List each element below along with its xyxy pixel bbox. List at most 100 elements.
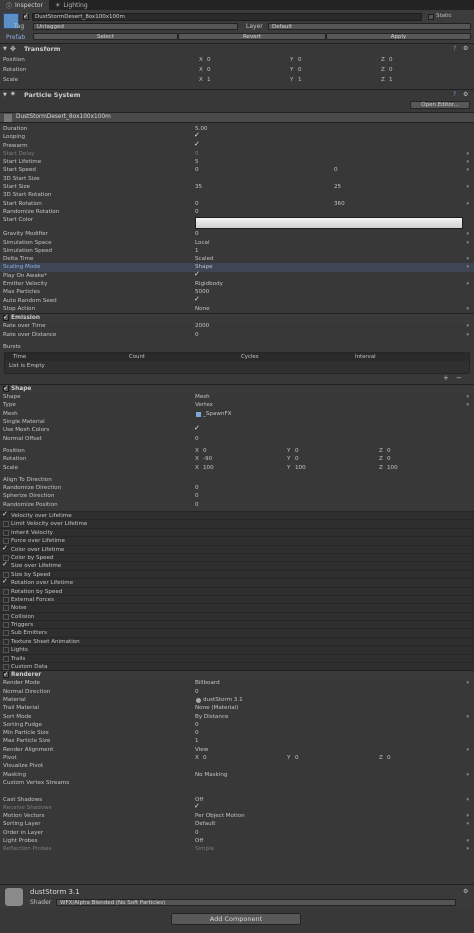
dropdown-arrow-icon[interactable]: ▾ xyxy=(466,239,469,247)
settings-gear-icon[interactable]: ⚙ xyxy=(463,91,468,98)
property-value[interactable]: Rigidbody xyxy=(195,280,223,288)
property-checkbox[interactable] xyxy=(194,270,201,279)
module-checkbox[interactable] xyxy=(3,521,9,528)
property-value[interactable]: 1 xyxy=(195,737,199,745)
property-value[interactable]: Per Object Motion xyxy=(195,812,245,820)
system-name-bar[interactable]: DustStormDesert_8ox100x100m xyxy=(0,112,474,123)
axis-z-field[interactable]: 1 xyxy=(389,75,393,85)
add-component-button[interactable]: Add Component xyxy=(171,913,301,925)
foldout-arrow-icon[interactable]: ▼ xyxy=(3,92,7,98)
module-checkbox[interactable] xyxy=(3,588,9,595)
axis-x-field[interactable]: 0 xyxy=(207,65,211,75)
module-checkbox[interactable] xyxy=(3,647,9,654)
property-value-max[interactable]: 0 xyxy=(334,166,338,174)
start-color-gradient[interactable] xyxy=(195,217,463,230)
remove-burst-button[interactable]: − xyxy=(456,374,462,382)
shape-module-header[interactable]: Shape xyxy=(0,384,474,394)
axis-x-field[interactable]: -90 xyxy=(203,455,212,463)
help-icon[interactable]: ? xyxy=(453,91,456,98)
dropdown-arrow-icon[interactable]: ▾ xyxy=(466,166,469,174)
static-checkbox[interactable] xyxy=(428,14,434,20)
dropdown-arrow-icon[interactable]: ▾ xyxy=(466,200,469,208)
property-value[interactable]: No Masking xyxy=(195,771,227,779)
renderer-module-header[interactable]: Renderer xyxy=(0,670,474,680)
dropdown-arrow-icon[interactable]: ▾ xyxy=(466,812,469,820)
property-value[interactable]: 0 xyxy=(195,435,199,443)
add-burst-button[interactable]: + xyxy=(443,374,449,382)
property-value[interactable]: 2000 xyxy=(195,322,209,330)
property-value[interactable]: Off xyxy=(195,837,203,845)
property-value[interactable]: 0 xyxy=(195,501,199,509)
settings-gear-icon[interactable]: ⚙ xyxy=(463,45,468,52)
module-collision[interactable]: Collision xyxy=(0,611,474,621)
dropdown-arrow-icon[interactable]: ▾ xyxy=(466,820,469,828)
axis-x-field[interactable]: 100 xyxy=(203,464,214,472)
property-checkbox[interactable] xyxy=(194,802,201,811)
emission-module-header[interactable]: Emission xyxy=(0,313,474,323)
module-color-over-lifetime[interactable]: Color over Lifetime xyxy=(0,544,474,553)
property-value[interactable]: 0 xyxy=(195,331,199,339)
property-value[interactable]: Billboard xyxy=(195,679,220,687)
tab-lighting[interactable]: ☀ Lighting xyxy=(49,0,94,10)
open-editor-button[interactable]: Open Editor... xyxy=(410,101,470,109)
property-value[interactable]: 1 xyxy=(195,247,199,255)
property-value[interactable]: Simple xyxy=(195,845,214,853)
module-checkbox[interactable] xyxy=(3,664,9,671)
axis-y-field[interactable]: 0 xyxy=(298,55,302,65)
property-value[interactable]: Vertex xyxy=(195,401,213,409)
module-rotation-by-speed[interactable]: Rotation by Speed xyxy=(0,586,474,595)
module-checkbox[interactable] xyxy=(2,560,9,569)
dropdown-arrow-icon[interactable]: ▾ xyxy=(466,401,469,409)
axis-z-field[interactable]: 0 xyxy=(389,55,393,65)
property-value[interactable]: 0 xyxy=(195,492,199,500)
dropdown-arrow-icon[interactable]: ▾ xyxy=(466,255,469,263)
property-value[interactable]: Mesh xyxy=(195,393,210,401)
property-value[interactable]: None xyxy=(195,305,210,313)
axis-x-field[interactable]: 1 xyxy=(207,75,211,85)
module-checkbox[interactable] xyxy=(2,510,9,519)
module-size-over-lifetime[interactable]: Size over Lifetime xyxy=(0,560,474,570)
module-noise[interactable]: Noise xyxy=(0,603,474,612)
module-force-over-lifetime[interactable]: Force over Lifetime xyxy=(0,536,474,545)
axis-x-field[interactable]: 0 xyxy=(207,55,211,65)
dropdown-arrow-icon[interactable]: ▾ xyxy=(466,331,469,339)
dropdown-arrow-icon[interactable]: ▾ xyxy=(466,158,469,166)
property-value[interactable]: Scaled xyxy=(195,255,214,263)
property-value[interactable]: 35 xyxy=(195,183,202,191)
module-checkbox[interactable] xyxy=(2,544,9,553)
dropdown-arrow-icon[interactable]: ▾ xyxy=(466,796,469,804)
module-size-by-speed[interactable]: Size by Speed xyxy=(0,569,474,579)
axis-z-field[interactable]: 0 xyxy=(389,65,393,75)
property-checkbox[interactable] xyxy=(194,140,201,149)
module-checkbox[interactable] xyxy=(3,613,9,620)
module-velocity-over-lifetime[interactable]: Velocity over Lifetime xyxy=(0,510,474,520)
property-value[interactable]: 0 xyxy=(195,484,199,492)
property-value[interactable]: 0 xyxy=(195,688,199,696)
module-external-forces[interactable]: External Forces xyxy=(0,594,474,604)
module-checkbox[interactable] xyxy=(3,630,9,637)
module-texture-sheet-animation[interactable]: Texture Sheet Animation xyxy=(0,636,474,646)
axis-y-field[interactable]: 100 xyxy=(295,464,306,472)
property-checkbox[interactable] xyxy=(194,295,201,304)
dropdown-arrow-icon[interactable]: ▾ xyxy=(466,150,469,158)
dropdown-arrow-icon[interactable]: ▾ xyxy=(466,322,469,330)
module-checkbox[interactable] xyxy=(3,529,9,536)
dropdown-arrow-icon[interactable]: ▾ xyxy=(466,263,469,271)
shader-dropdown[interactable]: WFX/Alpha Blended (No Soft Particles) xyxy=(56,899,456,906)
property-value[interactable]: 0 xyxy=(195,729,199,737)
revert-button[interactable]: Revert xyxy=(178,33,326,40)
property-value[interactable]: _SpawnFX xyxy=(203,410,232,418)
property-value[interactable]: By Distance xyxy=(195,713,228,721)
axis-z-field[interactable]: 0 xyxy=(387,455,391,463)
apply-button[interactable]: Apply xyxy=(326,33,471,40)
property-value[interactable]: 0 xyxy=(195,721,199,729)
property-value[interactable]: 0 xyxy=(195,829,199,837)
axis-x-field[interactable]: 0 xyxy=(203,447,207,455)
help-icon[interactable]: ? xyxy=(453,45,456,52)
dropdown-arrow-icon[interactable]: ▾ xyxy=(466,679,469,687)
dropdown-arrow-icon[interactable]: ▾ xyxy=(466,771,469,779)
module-custom-data[interactable]: Custom Data xyxy=(0,662,474,671)
property-checkbox[interactable] xyxy=(194,424,201,433)
property-value[interactable]: dustStorm 3.1 xyxy=(203,696,243,704)
shape-checkbox[interactable] xyxy=(3,384,9,393)
